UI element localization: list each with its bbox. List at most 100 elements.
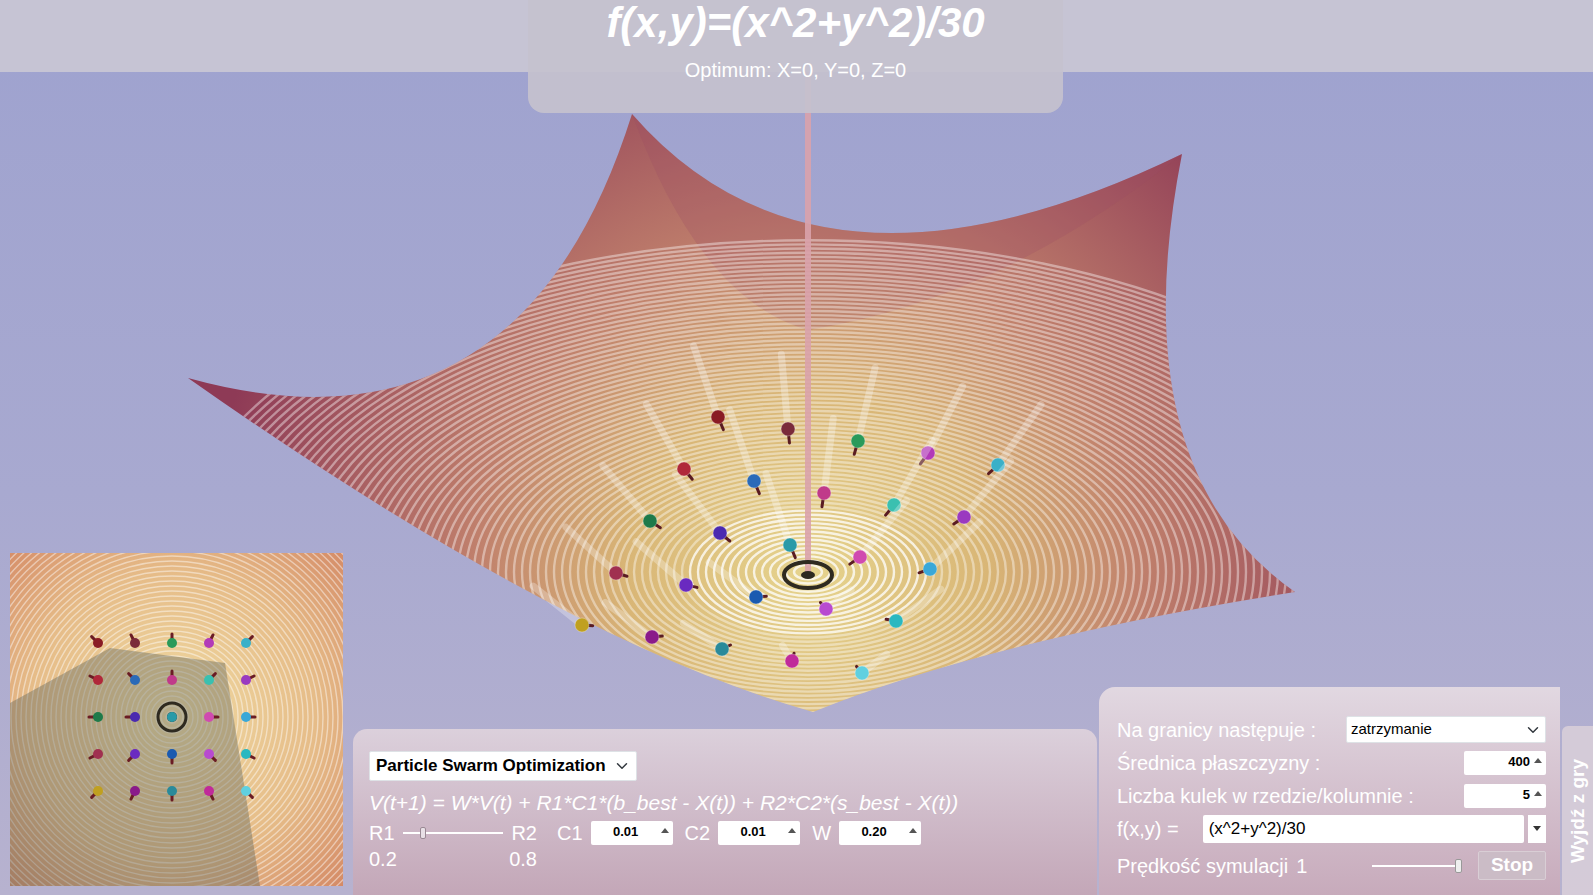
optimum-label: Optimum: X=0, Y=0, Z=0 (685, 58, 906, 82)
particle (851, 434, 865, 448)
particle (713, 526, 727, 540)
particle (785, 654, 799, 668)
particle (575, 618, 589, 632)
boundary-select[interactable]: zatrzymanie (1346, 716, 1546, 743)
particle (711, 410, 725, 424)
coefficient-label: W (812, 820, 831, 846)
coefficient-label: C1 (557, 820, 583, 846)
coefficient-field[interactable]: 0.01 (591, 821, 673, 845)
view-shadow (10, 648, 260, 886)
algorithm-panel: Particle Swarm Optimization V(t+1) = W*V… (353, 729, 1097, 895)
exit-tab[interactable]: Wyjdź z gry (1562, 726, 1593, 895)
minimap-particle (130, 786, 140, 796)
minimap-particle (130, 749, 140, 759)
optimum-beam (805, 60, 811, 572)
particle (853, 550, 867, 564)
r-slider-track[interactable] (403, 832, 504, 834)
minimap (10, 553, 343, 886)
minimap-particle (241, 675, 251, 685)
minimap-particle (204, 749, 214, 759)
minimap-particle (241, 638, 251, 648)
game-screen: f(x,y)=(x^2+y^2)/30 Optimum: X=0, Y=0, Z… (0, 0, 1593, 895)
minimap-particle (204, 638, 214, 648)
particle (783, 538, 797, 552)
minimap-particle (204, 786, 214, 796)
minimap-particle (130, 675, 140, 685)
count-field[interactable]: 5 (1464, 784, 1546, 808)
count-value: 5 (1523, 787, 1530, 802)
minimap-particle (130, 638, 140, 648)
minimap-particle (204, 675, 214, 685)
boundary-label: Na granicy następuje : (1117, 717, 1316, 743)
particle (855, 666, 869, 680)
spin-icon[interactable] (909, 828, 917, 833)
minimap-particle (167, 749, 177, 759)
settings-panel: Na granicy następuje : zatrzymanie Średn… (1099, 687, 1560, 895)
particle (889, 614, 903, 628)
minimap-particle (204, 712, 214, 722)
minimap-particle (167, 675, 177, 685)
speed-label: Prędkość symulacji (1117, 853, 1288, 879)
particle (819, 602, 833, 616)
exit-label[interactable]: Wyjdź z gry (1563, 758, 1592, 862)
spin-icon[interactable] (661, 828, 669, 833)
speed-slider-thumb[interactable] (1455, 859, 1462, 873)
coefficient-value: 0.01 (613, 824, 638, 839)
minimap-particle (93, 675, 103, 685)
particle (747, 474, 761, 488)
minimap-particle (93, 786, 103, 796)
algorithm-select[interactable]: Particle Swarm Optimization (369, 751, 637, 781)
stop-button[interactable]: Stop (1478, 851, 1546, 880)
coefficient-label: C2 (685, 820, 711, 846)
particles (533, 346, 1041, 680)
diameter-field[interactable]: 400 (1464, 751, 1546, 775)
function-label: f(x,y) = (1117, 816, 1179, 842)
minimap-particle (241, 749, 251, 759)
minimap-particle (241, 786, 251, 796)
coefficient-field[interactable]: 0.01 (718, 821, 800, 845)
function-title: f(x,y)=(x^2+y^2)/30 (606, 0, 984, 46)
r1-label: R1 (369, 820, 395, 846)
optimum-marker (784, 562, 832, 588)
coefficient-value: 0.01 (741, 824, 766, 839)
coefficient-row: C1 0.01 C2 0.01 W 0.20 (553, 820, 921, 846)
particle (715, 642, 729, 656)
minimap-particle (167, 712, 177, 722)
r2-label: R2 (511, 820, 537, 846)
minimap-particle (93, 712, 103, 722)
minimap-particle (130, 712, 140, 722)
spin-icon[interactable] (1534, 758, 1542, 763)
particle (609, 566, 623, 580)
particle (645, 630, 659, 644)
minimap-particle (167, 638, 177, 648)
minimap-particles (89, 634, 255, 800)
spin-icon[interactable] (788, 828, 796, 833)
minimap-canvas (10, 553, 343, 886)
particle (781, 422, 795, 436)
function-dropdown-button[interactable] (1528, 815, 1546, 843)
spin-icon[interactable] (1534, 791, 1542, 796)
minimap-particle (93, 749, 103, 759)
particle (679, 578, 693, 592)
formula-text: V(t+1) = W*V(t) + R1*C1*(b_best - X(t)) … (369, 789, 1081, 816)
minimap-particle (93, 638, 103, 648)
coefficient-value: 0.20 (861, 824, 886, 839)
r-slider-thumb[interactable] (420, 827, 426, 839)
particle (817, 486, 831, 500)
diameter-label: Średnica płaszczyzny : (1117, 750, 1320, 776)
dropdown-icon (1533, 826, 1541, 831)
r2-value: 0.8 (509, 846, 537, 872)
particle (957, 510, 971, 524)
surface (188, 114, 1295, 712)
function-field[interactable]: (x^2+y^2)/30 (1203, 815, 1524, 843)
count-label: Liczba kulek w rzedzie/kolumnie : (1117, 783, 1414, 809)
r1-value: 0.2 (369, 846, 397, 872)
minimap-particle (167, 786, 177, 796)
speed-value: 1 (1296, 853, 1307, 879)
diameter-value: 400 (1508, 754, 1530, 769)
r-slider[interactable]: R1 R2 0.2 0.8 (369, 820, 537, 872)
particle (923, 562, 937, 576)
particle (643, 514, 657, 528)
coefficient-field[interactable]: 0.20 (839, 821, 921, 845)
speed-slider[interactable] (1372, 865, 1462, 867)
